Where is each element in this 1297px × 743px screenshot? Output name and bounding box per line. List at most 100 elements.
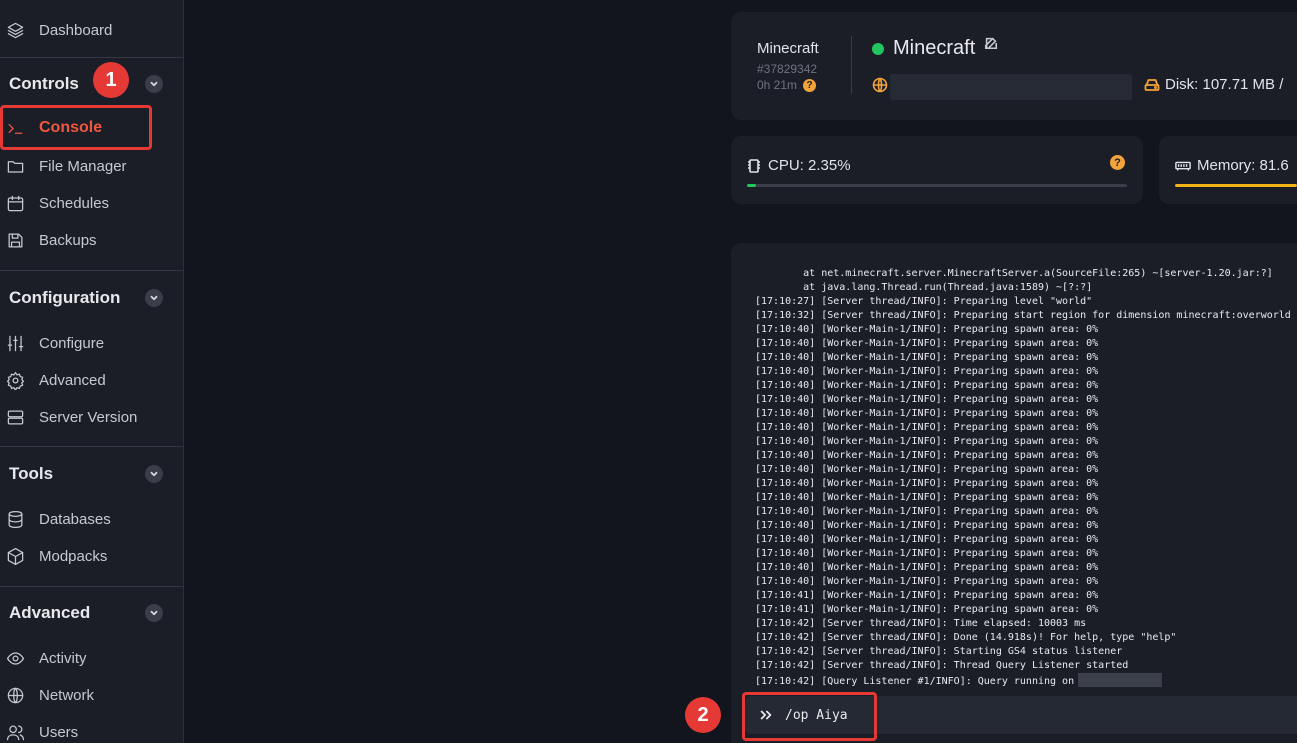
memory-stat: Memory: 81.6 xyxy=(1175,157,1289,174)
package-icon xyxy=(3,544,27,568)
console-line-text: [17:10:40] [Worker-Main-1/INFO]: Prepari… xyxy=(755,492,1099,503)
globe-icon xyxy=(872,77,888,93)
disk-text: Disk: 107.71 MB / xyxy=(1165,76,1284,93)
console-line-text: [17:10:40] [Worker-Main-1/INFO]: Prepari… xyxy=(755,422,1099,433)
console-line: [17:10:41] [Worker-Main-1/INFO]: Prepari… xyxy=(755,603,1297,617)
console-line-text: [17:10:40] [Worker-Main-1/INFO]: Prepari… xyxy=(755,380,1099,391)
sidebar-item-label: Advanced xyxy=(39,371,106,389)
chevron-down-icon[interactable] xyxy=(145,75,163,93)
console-line-text: [17:10:42] [Server thread/INFO]: Time el… xyxy=(755,618,1087,629)
memory-progress-track xyxy=(1175,184,1297,187)
sidebar-divider xyxy=(0,270,183,271)
ip-address-redacted xyxy=(1078,673,1163,687)
chevron-down-icon[interactable] xyxy=(145,604,163,622)
folder-icon xyxy=(3,154,27,178)
sidebar-item-label: Network xyxy=(39,686,95,704)
calendar-icon xyxy=(3,191,27,215)
cpu-chip-icon xyxy=(748,158,760,173)
sidebar-item-advanced[interactable]: Advanced xyxy=(0,363,183,397)
console-line-text: at net.minecraft.server.MinecraftServer.… xyxy=(755,268,1273,279)
sidebar-item-label: Dashboard xyxy=(39,21,113,39)
server-title: Minecraft xyxy=(893,37,976,59)
console-line-text: [17:10:40] [Worker-Main-1/INFO]: Prepari… xyxy=(755,506,1099,517)
sidebar-item-label: Activity xyxy=(39,649,87,667)
sidebar-divider xyxy=(0,57,183,58)
sidebar-item-file-manager[interactable]: File Manager xyxy=(0,149,183,183)
section-advanced[interactable]: Advanced xyxy=(0,595,183,631)
console-line: [17:10:40] [Worker-Main-1/INFO]: Prepari… xyxy=(755,337,1297,351)
console-line: [17:10:40] [Worker-Main-1/INFO]: Prepari… xyxy=(755,477,1297,491)
console-line-text: [17:10:40] [Worker-Main-1/INFO]: Prepari… xyxy=(755,576,1099,587)
server-icon xyxy=(3,405,27,429)
globe-icon xyxy=(3,683,27,707)
memory-label: Memory: 81.6 xyxy=(1197,157,1289,174)
console-line: [17:10:41] [Worker-Main-1/INFO]: Prepari… xyxy=(755,589,1297,603)
section-title: Tools xyxy=(9,464,54,483)
sidebar-item-network[interactable]: Network xyxy=(0,678,183,712)
console-line: [17:10:40] [Worker-Main-1/INFO]: Prepari… xyxy=(755,519,1297,533)
console-line-text: [17:10:40] [Worker-Main-1/INFO]: Prepari… xyxy=(755,338,1099,349)
chevron-down-icon[interactable] xyxy=(145,465,163,483)
console-line: [17:10:40] [Worker-Main-1/INFO]: Prepari… xyxy=(755,323,1297,337)
console-line: [17:10:42] [Server thread/INFO]: Thread … xyxy=(755,659,1297,673)
console-line: [17:10:40] [Worker-Main-1/INFO]: Prepari… xyxy=(755,365,1297,379)
edit-icon[interactable] xyxy=(984,36,998,50)
sidebar-item-label: Server Version xyxy=(39,408,138,426)
sidebar-item-label: Databases xyxy=(39,510,111,528)
sidebar-item-label: Schedules xyxy=(39,194,110,212)
console-line: [17:10:40] [Worker-Main-1/INFO]: Prepari… xyxy=(755,547,1297,561)
console-line: [17:10:40] [Worker-Main-1/INFO]: Prepari… xyxy=(755,505,1297,519)
console-line-text: [17:10:40] [Worker-Main-1/INFO]: Prepari… xyxy=(755,464,1099,475)
console-line-text: [17:10:42] [Server thread/INFO]: Startin… xyxy=(755,646,1123,657)
annotation-step-2: 2 xyxy=(685,697,721,733)
database-icon xyxy=(3,507,27,531)
console-line: [17:10:40] [Worker-Main-1/INFO]: Prepari… xyxy=(755,379,1297,393)
gear-icon xyxy=(3,368,27,392)
disk-usage: Disk: 107.71 MB / xyxy=(1144,76,1283,93)
console-line: [17:10:40] [Worker-Main-1/INFO]: Prepari… xyxy=(755,491,1297,505)
uptime-text: 0h 21m xyxy=(757,78,798,92)
sidebar-item-configure[interactable]: Configure xyxy=(0,326,183,360)
console-line-text: [17:10:42] [Query Listener #1/INFO]: Que… xyxy=(755,676,1075,687)
sidebar-item-dashboard[interactable]: Dashboard xyxy=(0,13,183,47)
layers-icon xyxy=(3,18,27,42)
section-controls[interactable]: Controls xyxy=(0,66,183,102)
console-line: [17:10:42] [Server thread/INFO]: Startin… xyxy=(755,645,1297,659)
annotation-highlight-command xyxy=(742,692,877,741)
chevron-down-icon[interactable] xyxy=(145,289,163,307)
console-line-text: [17:10:40] [Worker-Main-1/INFO]: Prepari… xyxy=(755,408,1099,419)
help-icon[interactable]: ? xyxy=(803,78,817,92)
sidebar-item-activity[interactable]: Activity xyxy=(0,641,183,675)
annotation-step-1: 1 xyxy=(93,62,129,98)
sidebar-item-databases[interactable]: Databases xyxy=(0,502,183,536)
sidebar-item-server-version[interactable]: Server Version xyxy=(0,400,183,434)
console-line: [17:10:40] [Worker-Main-1/INFO]: Prepari… xyxy=(755,463,1297,477)
console-line: at java.lang.Thread.run(Thread.java:1589… xyxy=(755,281,1297,295)
cpu-stat: CPU: 2.35% xyxy=(746,157,851,174)
cpu-help-icon[interactable]: ? xyxy=(1110,155,1125,170)
sliders-icon xyxy=(3,331,27,355)
console-line: at net.minecraft.server.MinecraftServer.… xyxy=(755,267,1297,281)
console-line: [17:10:42] [Server thread/INFO]: Time el… xyxy=(755,617,1297,631)
console-line-text: [17:10:27] [Server thread/INFO]: Prepari… xyxy=(755,296,1093,307)
server-address-redacted xyxy=(890,74,1132,100)
console-line: [17:10:40] [Worker-Main-1/INFO]: Prepari… xyxy=(755,393,1297,407)
section-configuration[interactable]: Configuration xyxy=(0,280,183,316)
section-tools[interactable]: Tools xyxy=(0,456,183,492)
console-line: [17:10:42] [Server thread/INFO]: Done (1… xyxy=(755,631,1297,645)
hard-drive-icon xyxy=(1144,78,1160,91)
annotation-highlight-console xyxy=(0,105,152,150)
sidebar-item-schedules[interactable]: Schedules xyxy=(0,186,183,220)
app-root: Dashboard Controls Console File Manager … xyxy=(0,0,1297,743)
sidebar-item-backups[interactable]: Backups xyxy=(0,223,183,257)
section-title: Advanced xyxy=(9,603,91,622)
sidebar-divider xyxy=(0,586,183,587)
console-line-text: [17:10:40] [Worker-Main-1/INFO]: Prepari… xyxy=(755,520,1099,531)
sidebar-item-modpacks[interactable]: Modpacks xyxy=(0,539,183,573)
sidebar-item-users[interactable]: Users xyxy=(0,715,183,743)
console-line-text: [17:10:42] [Server thread/INFO]: Done (1… xyxy=(755,632,1177,643)
memory-progress-fill xyxy=(1175,184,1297,187)
console-line-text: [17:10:41] [Worker-Main-1/INFO]: Prepari… xyxy=(755,590,1099,601)
console-output[interactable]: at net.minecraft.server.MinecraftServer.… xyxy=(731,243,1297,743)
cpu-label: CPU: 2.35% xyxy=(768,157,851,174)
